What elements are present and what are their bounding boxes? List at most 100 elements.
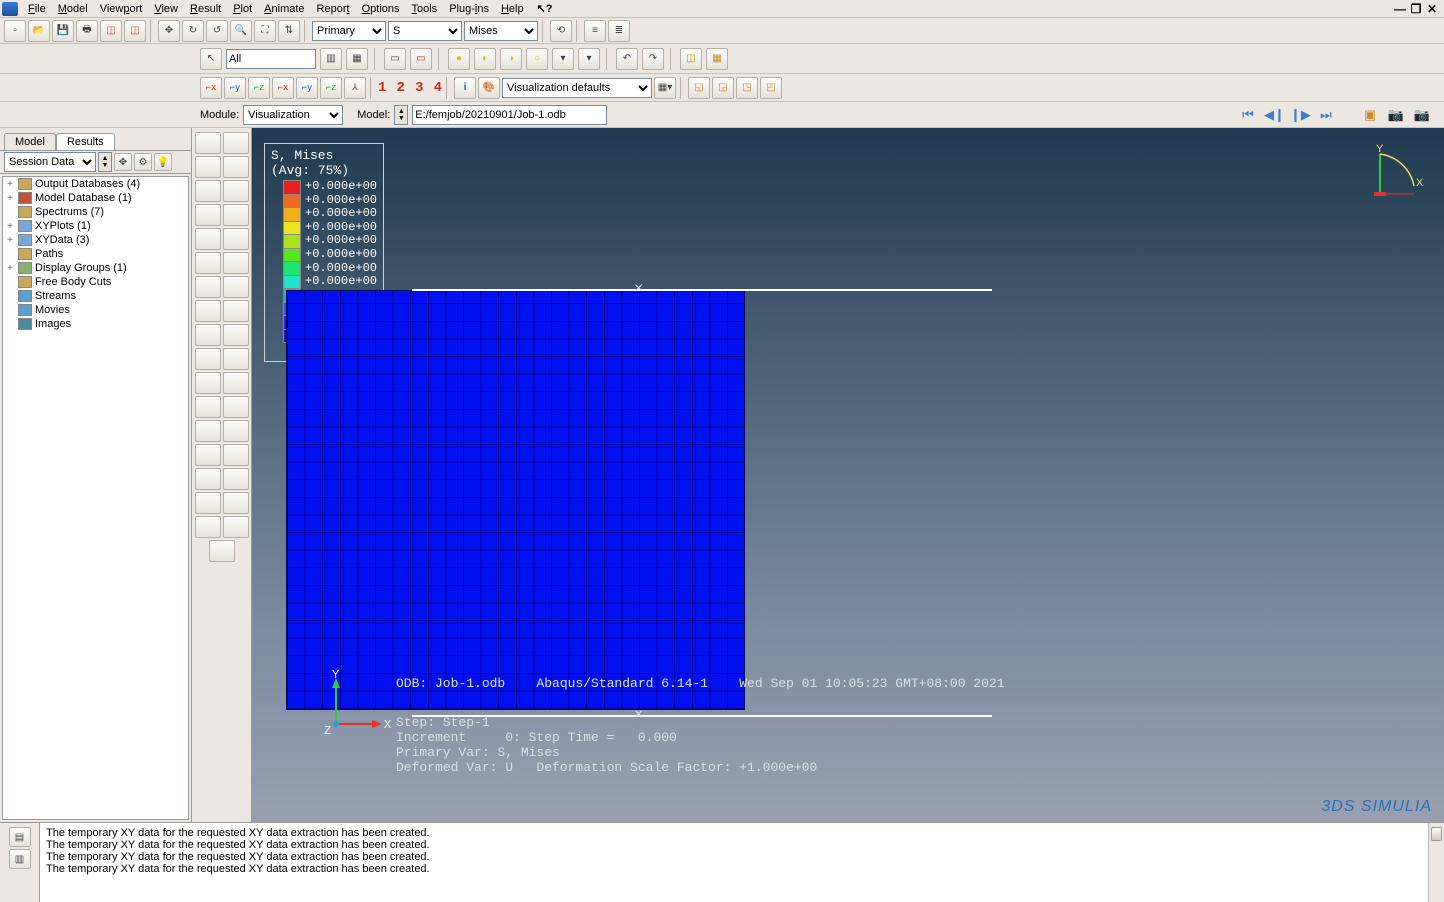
menu-whatsthis[interactable]: ↖? (530, 0, 559, 17)
menu-help[interactable]: Help (495, 1, 530, 17)
play-icon[interactable]: ❙▶ (1290, 107, 1310, 123)
first-frame-icon[interactable]: ⏮ (1238, 107, 1258, 123)
toolbox-btn[interactable] (223, 204, 249, 226)
toolbox-btn[interactable] (195, 324, 221, 346)
rail1-icon[interactable]: ≡ (584, 20, 606, 42)
session-data-select[interactable]: Session Data (4, 152, 96, 172)
tri-icon[interactable]: ⅄ (344, 77, 366, 99)
results-tree[interactable]: +Output Databases (4)+Model Database (1)… (2, 176, 189, 820)
new-icon[interactable]: ▫ (4, 20, 26, 42)
toolbox-btn[interactable] (195, 156, 221, 178)
menu-tools[interactable]: Tools (406, 1, 444, 17)
toolbox-btn[interactable] (195, 228, 221, 250)
apply-icon[interactable]: ▦▾ (654, 77, 676, 99)
multi-icon[interactable]: ▦ (706, 48, 728, 70)
last-frame-icon[interactable]: ⏭ (1316, 107, 1336, 123)
view-2[interactable]: 2 (397, 80, 405, 96)
message-scrollbar[interactable] (1428, 823, 1444, 902)
pan-icon[interactable]: ✥ (158, 20, 180, 42)
toolbox-btn[interactable] (223, 372, 249, 394)
cursor-icon[interactable]: ↖ (200, 48, 222, 70)
csys5-icon[interactable]: ⌐y (296, 77, 318, 99)
sync-icon[interactable]: ⟲ (550, 20, 572, 42)
undo-icon[interactable]: ↶ (616, 48, 638, 70)
tree-settings-icon[interactable]: ⚙ (134, 153, 152, 171)
model-path-input[interactable] (412, 105, 607, 125)
toolbox-btn[interactable] (195, 276, 221, 298)
tree-item[interactable]: Free Body Cuts (3, 275, 188, 289)
menu-result[interactable]: Result (184, 1, 227, 17)
module-select[interactable]: Visualization (243, 105, 343, 125)
circle3-icon[interactable]: ◑ (500, 48, 522, 70)
csys3-icon[interactable]: ⌐z (248, 77, 270, 99)
msg-icon1[interactable]: ▤ (9, 827, 31, 847)
csys4-icon[interactable]: ⌐x (272, 77, 294, 99)
window-minimize[interactable]: — (1392, 2, 1408, 16)
palette-icon[interactable]: 🎨 (478, 77, 500, 99)
toolbox-btn[interactable] (223, 180, 249, 202)
tree-item[interactable]: Images (3, 317, 188, 331)
menu-animate[interactable]: Animate (258, 1, 310, 17)
toolbox-btn[interactable] (223, 228, 249, 250)
scrollbar-thumb[interactable] (1431, 827, 1442, 841)
view-cube-icon[interactable]: Y X (1360, 142, 1430, 215)
redo-icon[interactable]: ↷ (642, 48, 664, 70)
toolbox-btn[interactable] (195, 180, 221, 202)
iso3-icon[interactable]: ◳ (736, 77, 758, 99)
toolbox-btn[interactable] (195, 204, 221, 226)
save-icon[interactable]: 💾 (52, 20, 74, 42)
toolbox-btn[interactable] (195, 348, 221, 370)
toolbox-btn[interactable] (195, 372, 221, 394)
tree-item[interactable]: Paths (3, 247, 188, 261)
tree-item[interactable]: +Model Database (1) (3, 191, 188, 205)
toolbox-btn[interactable] (209, 540, 235, 562)
menu-view[interactable]: View (148, 1, 184, 17)
toolbox-btn[interactable] (223, 132, 249, 154)
msg-icon2[interactable]: ▥ (9, 849, 31, 869)
tab-results[interactable]: Results (56, 133, 115, 150)
toolbox-btn[interactable] (195, 492, 221, 514)
info-icon[interactable]: i (454, 77, 476, 99)
csys2-icon[interactable]: ⌐y (224, 77, 246, 99)
csys1-icon[interactable]: ⌐x (200, 77, 222, 99)
zoom-icon[interactable]: 🔍 (230, 20, 252, 42)
dd2-icon[interactable]: ▾ (578, 48, 600, 70)
tree-item[interactable]: Spectrums (7) (3, 205, 188, 219)
view-3[interactable]: 3 (415, 80, 423, 96)
selection-filter-input[interactable] (226, 49, 316, 69)
tab-model[interactable]: Model (4, 133, 56, 150)
toolbox-btn[interactable] (223, 156, 249, 178)
view-icon[interactable]: ▥ (320, 48, 342, 70)
toolbox-btn[interactable] (223, 348, 249, 370)
toolbox-btn[interactable] (195, 516, 221, 538)
csys6-icon[interactable]: ⌐z (320, 77, 342, 99)
menu-model[interactable]: Model (52, 1, 94, 17)
db-icon[interactable]: ◫ (680, 48, 702, 70)
tree-item[interactable]: +XYData (3) (3, 233, 188, 247)
db1-icon[interactable]: ◫ (100, 20, 122, 42)
toolbox-btn[interactable] (223, 252, 249, 274)
toolbox-btn[interactable] (195, 468, 221, 490)
toolbox-btn[interactable] (223, 420, 249, 442)
iso1-icon[interactable]: ◱ (688, 77, 710, 99)
circle4-icon[interactable]: ○ (526, 48, 548, 70)
toolbox-btn[interactable] (195, 396, 221, 418)
rail2-icon[interactable]: ≣ (608, 20, 630, 42)
tree-item[interactable]: Movies (3, 303, 188, 317)
tree-filter-icon[interactable]: ✥ (114, 153, 132, 171)
rectsel2-icon[interactable]: ▭ (410, 48, 432, 70)
toolbox-btn[interactable] (223, 324, 249, 346)
menu-viewport[interactable]: Viewport (94, 1, 149, 17)
tree-item[interactable]: +Display Groups (1) (3, 261, 188, 275)
menu-file[interactable]: File (22, 1, 52, 17)
tree-item[interactable]: Streams (3, 289, 188, 303)
toolbox-btn[interactable] (223, 468, 249, 490)
window-close[interactable]: ✕ (1424, 2, 1440, 16)
viewport[interactable]: S, Mises (Avg: 75%) +0.000e+00+0.000e+00… (252, 128, 1444, 822)
dd-icon[interactable]: ▾ (552, 48, 574, 70)
field-output-select[interactable]: Primary (312, 21, 386, 41)
toolbox-btn[interactable] (223, 516, 249, 538)
display-group-select[interactable]: Visualization defaults (502, 78, 652, 98)
circle1-icon[interactable]: ● (448, 48, 470, 70)
toolbox-btn[interactable] (195, 132, 221, 154)
